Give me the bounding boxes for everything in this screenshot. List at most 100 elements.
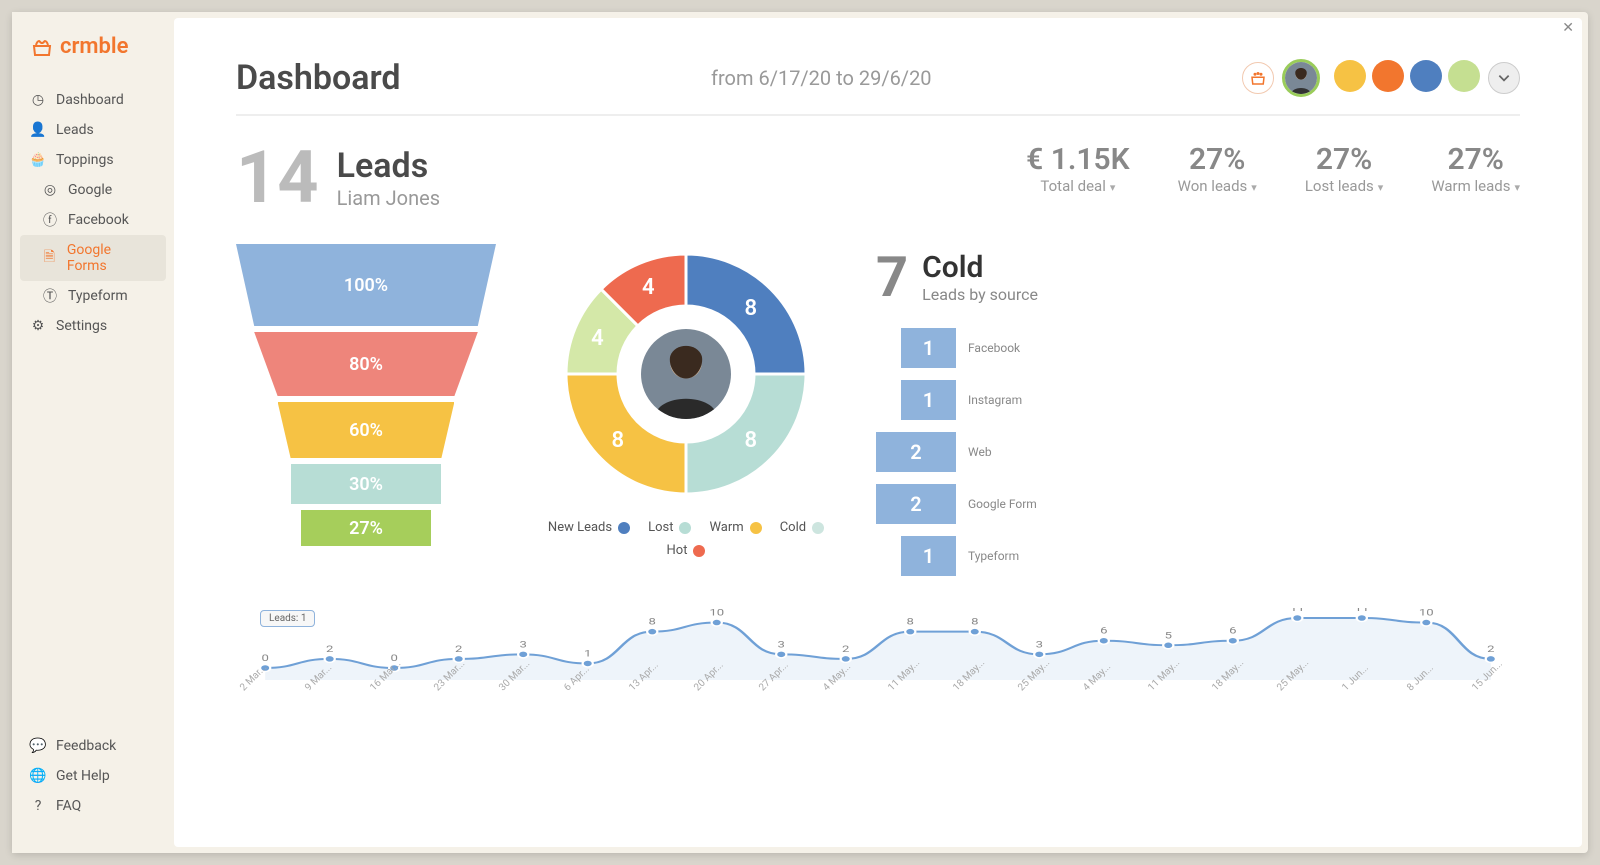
typeform-icon: Ⓣ bbox=[42, 288, 58, 304]
sidebar-item-label: Leads bbox=[56, 122, 94, 138]
source-label: Web bbox=[968, 445, 992, 459]
sidebar-item-label: Google Forms bbox=[67, 242, 148, 274]
sidebar-item-leads[interactable]: 👤 Leads bbox=[12, 115, 174, 145]
donut-slice-label: 4 bbox=[642, 275, 655, 300]
person-icon: 👤 bbox=[30, 122, 46, 138]
google-icon: ◎ bbox=[42, 182, 58, 198]
sources-chart: 7 Cold Leads by source 1Facebook1Instagr… bbox=[876, 244, 1520, 588]
source-label: Instagram bbox=[968, 393, 1022, 407]
sidebar-item-label: Get Help bbox=[56, 768, 110, 784]
main-content: Dashboard from 6/17/20 to 29/6/20 14 bbox=[174, 18, 1582, 847]
funnel-stage: 100% bbox=[236, 244, 496, 326]
sidebar-item-label: Settings bbox=[56, 318, 107, 334]
legend-dot bbox=[812, 522, 824, 534]
svg-text:2: 2 bbox=[842, 644, 849, 654]
main-nav: ◷Dashboard 👤 Leads 🧁 Toppings ◎ Google ⓕ Facebo… bbox=[12, 85, 174, 731]
gear-icon: ⚙ bbox=[30, 318, 46, 334]
legend-dot bbox=[750, 522, 762, 534]
source-label: Google Form bbox=[968, 497, 1037, 511]
svg-text:2: 2 bbox=[326, 644, 333, 654]
sidebar-item-typeform[interactable]: Ⓣ Typeform bbox=[12, 281, 174, 311]
sidebar-item-label: Google bbox=[68, 182, 112, 198]
crmble-icon[interactable] bbox=[1242, 62, 1274, 94]
svg-text:11: 11 bbox=[1354, 608, 1369, 613]
sidebar-item-google forms[interactable]: 🗎Google Forms bbox=[20, 235, 166, 281]
leads-owner: Liam Jones bbox=[337, 186, 440, 210]
svg-text:10: 10 bbox=[1419, 608, 1434, 618]
facebook-icon: ⓕ bbox=[42, 212, 58, 228]
legend-item: Lost bbox=[648, 520, 691, 535]
source-bar: 1 bbox=[901, 328, 956, 368]
sidebar-item-faq[interactable]: ?FAQ bbox=[12, 791, 174, 821]
avatar-filter-dot[interactable] bbox=[1372, 60, 1404, 92]
svg-text:3: 3 bbox=[778, 639, 785, 649]
chevron-down-icon: ▾ bbox=[1251, 181, 1257, 194]
legend-item: Cold bbox=[780, 520, 824, 535]
source-bar: 2 bbox=[876, 432, 956, 472]
avatar-selected[interactable] bbox=[1282, 59, 1320, 97]
svg-text:6: 6 bbox=[1229, 626, 1236, 636]
svg-text:10: 10 bbox=[709, 608, 724, 618]
avatar bbox=[631, 319, 741, 429]
funnel-stage: 27% bbox=[301, 510, 431, 546]
kpi-won[interactable]: 27% Won leads▾ bbox=[1178, 142, 1257, 195]
avatar-filter-dot[interactable] bbox=[1334, 60, 1366, 92]
chat-icon: 💬 bbox=[30, 738, 46, 754]
sidebar-item-feedback[interactable]: 💬 Feedback bbox=[12, 731, 174, 761]
sidebar-item-facebook[interactable]: ⓕ Facebook bbox=[12, 205, 174, 235]
donut-slice-label: 8 bbox=[744, 296, 757, 321]
timeline-chart: Leads: 1 020231810328836561111102 2 Mar.… bbox=[236, 608, 1520, 718]
funnel-stage: 80% bbox=[254, 332, 478, 396]
sources-title: Cold bbox=[922, 250, 1038, 285]
globe-icon: 🌐 bbox=[30, 768, 46, 784]
legend-item: Hot bbox=[667, 543, 706, 558]
leads-count: 14 bbox=[236, 142, 319, 214]
date-range[interactable]: from 6/17/20 to 29/6/20 bbox=[711, 66, 932, 90]
kpi-warm[interactable]: 27% Warm leads▾ bbox=[1431, 142, 1520, 195]
avatar-filter-dot[interactable] bbox=[1448, 60, 1480, 92]
sidebar-item-label: Feedback bbox=[56, 738, 116, 754]
svg-text:2: 2 bbox=[455, 644, 462, 654]
expand-avatars-button[interactable] bbox=[1488, 62, 1520, 94]
sidebar-item-settings[interactable]: ⚙ Settings bbox=[12, 311, 174, 341]
kpi-leads: 14 Leads Liam Jones bbox=[236, 142, 440, 214]
legend-item: Warm bbox=[709, 520, 761, 535]
svg-text:8: 8 bbox=[649, 617, 656, 627]
legend-dot bbox=[618, 522, 630, 534]
sidebar-item-dashboard[interactable]: ◷Dashboard bbox=[12, 85, 174, 115]
sidebar-item-label: Typeform bbox=[68, 288, 128, 304]
sidebar-item-label: Toppings bbox=[56, 152, 114, 168]
source-bar: 1 bbox=[901, 536, 956, 576]
source-bar: 1 bbox=[901, 380, 956, 420]
source-bar-row: 1 Instagram bbox=[876, 380, 1520, 420]
sidebar-item-google[interactable]: ◎ Google bbox=[12, 175, 174, 205]
avatar-filter-dot[interactable] bbox=[1410, 60, 1442, 92]
svg-text:3: 3 bbox=[520, 639, 527, 649]
donut-chart: 88844 New LeadsLostWarmColdHot bbox=[536, 244, 836, 558]
donut-slice-label: 8 bbox=[744, 428, 757, 453]
svg-text:3: 3 bbox=[1036, 639, 1043, 649]
source-label: Typeform bbox=[968, 549, 1019, 563]
donut-slice-label: 4 bbox=[591, 326, 604, 351]
sidebar-item-get help[interactable]: 🌐 Get Help bbox=[12, 761, 174, 791]
sidebar-item-label: Facebook bbox=[68, 212, 129, 228]
kpi-lost[interactable]: 27% Lost leads▾ bbox=[1305, 142, 1384, 195]
source-label: Facebook bbox=[968, 341, 1020, 355]
source-bar-row: 2 Web bbox=[876, 432, 1520, 472]
donut-slice-label: 8 bbox=[612, 428, 625, 453]
svg-text:6: 6 bbox=[1100, 626, 1107, 636]
legend-dot bbox=[679, 522, 691, 534]
leads-title: Leads bbox=[337, 146, 440, 186]
cupcake-icon: 🧁 bbox=[30, 152, 46, 168]
svg-text:8: 8 bbox=[907, 617, 914, 627]
close-icon[interactable]: ✕ bbox=[1562, 20, 1574, 36]
chevron-down-icon: ▾ bbox=[1514, 181, 1520, 194]
legend-dot bbox=[693, 545, 705, 557]
funnel-stage: 30% bbox=[291, 464, 442, 504]
funnel-chart: 100%80%60%30%27% bbox=[236, 244, 496, 552]
question-icon: ? bbox=[30, 798, 46, 814]
sidebar: crmble ◷Dashboard👤Leads🧁Toppings ◎Google… bbox=[12, 12, 174, 853]
kpi-total-deal[interactable]: € 1.15K Total deal▾ bbox=[1026, 142, 1130, 195]
sources-total: 7 bbox=[876, 244, 908, 310]
sidebar-item-toppings[interactable]: 🧁 Toppings bbox=[12, 145, 174, 175]
